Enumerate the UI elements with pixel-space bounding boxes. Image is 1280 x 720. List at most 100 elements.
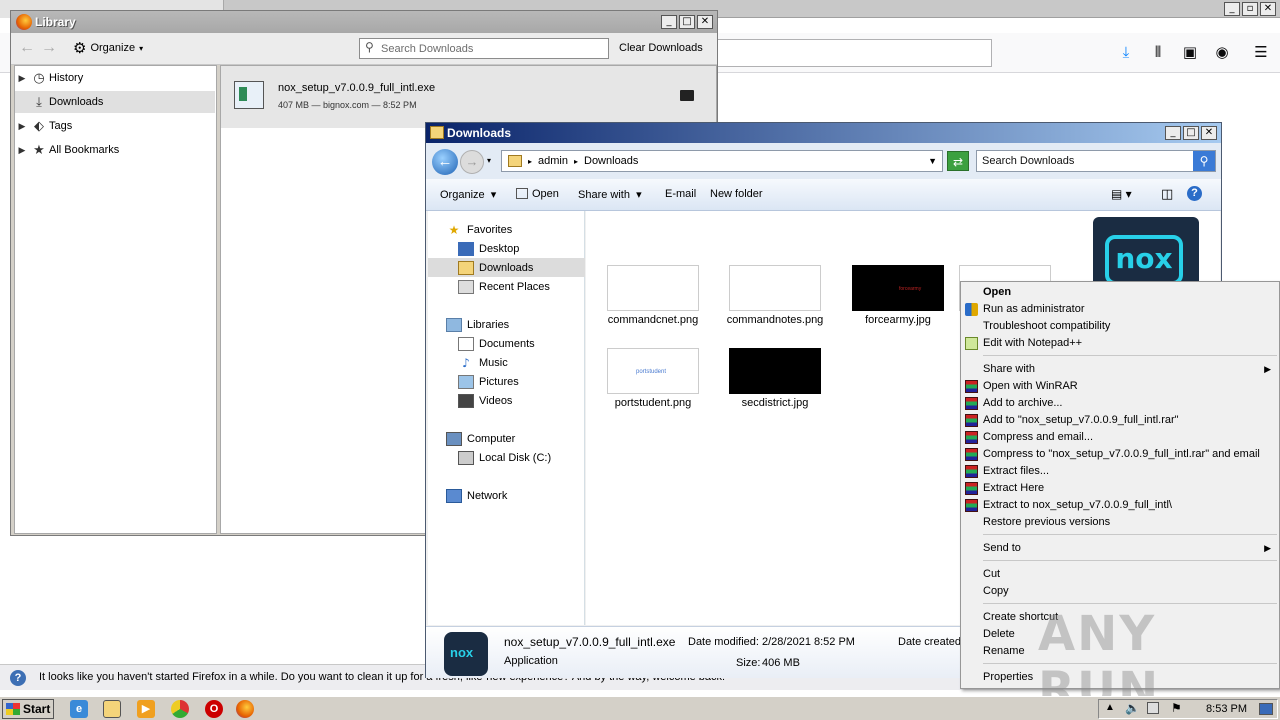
show-hidden-icons-icon[interactable]: ▲: [1105, 702, 1115, 713]
url-bar[interactable]: [710, 39, 992, 67]
menu-item-extract-files[interactable]: Extract files...: [961, 463, 1279, 480]
file-item[interactable]: commandcnet.png: [593, 265, 713, 345]
winrar-icon: [965, 448, 978, 461]
preview-pane-icon[interactable]: ◫: [1161, 186, 1173, 202]
menu-item-open-winrar[interactable]: Open with WinRAR: [961, 378, 1279, 395]
clear-downloads-button[interactable]: Clear Downloads: [619, 42, 703, 54]
menu-item-add-archive[interactable]: Add to archive...: [961, 395, 1279, 412]
menu-item-open[interactable]: Open: [961, 284, 1279, 301]
sidebar-item-all-bookmarks[interactable]: ▶ ★ All Bookmarks: [15, 139, 215, 161]
file-item[interactable]: portstudent portstudent.png: [593, 348, 713, 428]
star-icon: ★: [33, 142, 45, 158]
file-item[interactable]: secdistrict.jpg: [715, 348, 835, 428]
nav-network[interactable]: Network: [446, 486, 603, 505]
maximize-button[interactable]: □: [1183, 126, 1199, 140]
network-status-icon[interactable]: [1147, 702, 1159, 714]
open-folder-icon[interactable]: [680, 90, 694, 101]
clock[interactable]: 8:53 PM: [1206, 703, 1247, 715]
disk-icon: [458, 450, 474, 465]
new-folder-button[interactable]: New folder: [710, 188, 763, 200]
menu-icon[interactable]: ☰: [1251, 43, 1271, 63]
menu-item-copy[interactable]: Copy: [961, 583, 1279, 600]
library-icon[interactable]: ⫴: [1148, 43, 1168, 63]
minimize-button[interactable]: _: [661, 15, 677, 29]
address-dropdown-icon[interactable]: ▼: [928, 156, 937, 166]
search-icon[interactable]: ⚲: [1193, 151, 1215, 171]
menu-item-send-to[interactable]: Send to ▶: [961, 540, 1279, 557]
breadcrumb-admin[interactable]: admin: [538, 155, 568, 167]
address-path[interactable]: ▸ admin ▸ Downloads ▼: [501, 150, 943, 172]
volume-icon[interactable]: 🔈: [1125, 701, 1140, 715]
nav-computer[interactable]: Computer: [446, 429, 603, 448]
tag-icon: ⬖: [34, 118, 44, 134]
menu-item-restore-versions[interactable]: Restore previous versions: [961, 514, 1279, 531]
menu-item-extract-here[interactable]: Extract Here: [961, 480, 1279, 497]
breadcrumb-downloads[interactable]: Downloads: [584, 155, 638, 167]
back-button[interactable]: ←: [432, 149, 458, 175]
maximize-button[interactable]: □: [679, 15, 695, 29]
forward-icon[interactable]: →: [41, 39, 57, 57]
sidebar-icon[interactable]: ▣: [1180, 43, 1200, 63]
sidebar-item-history[interactable]: ▶ ◷ History: [15, 67, 215, 89]
nav-libraries[interactable]: Libraries: [446, 315, 603, 334]
refresh-button[interactable]: ⇄: [947, 151, 969, 171]
menu-item-troubleshoot[interactable]: Troubleshoot compatibility: [961, 318, 1279, 335]
show-desktop-icon[interactable]: [1259, 703, 1273, 715]
minimize-button[interactable]: _: [1224, 2, 1240, 16]
open-button[interactable]: Open: [516, 188, 559, 200]
explorer-search-input[interactable]: Search Downloads ⚲: [976, 150, 1216, 172]
share-with-button[interactable]: Share with ▾: [578, 188, 642, 201]
help-icon[interactable]: ?: [1187, 186, 1202, 201]
media-player-icon[interactable]: ▶: [137, 700, 155, 718]
account-icon[interactable]: ◉: [1212, 43, 1232, 63]
start-button[interactable]: Start: [2, 699, 54, 719]
library-search-input[interactable]: ⚲ Search Downloads: [359, 38, 609, 59]
email-button[interactable]: E-mail: [665, 188, 696, 200]
notepad-icon: [965, 337, 978, 350]
organize-button[interactable]: Organize ▾: [440, 188, 496, 201]
opera-icon[interactable]: O: [205, 700, 223, 718]
download-meta: 407 MB — bignox.com — 8:52 PM: [278, 100, 417, 110]
sidebar-item-tags[interactable]: ▶ ⬖ Tags: [15, 115, 215, 137]
expand-icon[interactable]: ▶: [15, 145, 29, 156]
menu-item-compress-email[interactable]: Compress and email...: [961, 429, 1279, 446]
search-icon: ⚲: [365, 40, 374, 54]
system-tray: ▲ 🔈 ⚑ 8:53 PM: [1098, 699, 1278, 719]
organize-button[interactable]: ⚙ Organize ▾: [73, 39, 143, 57]
menu-item-add-to-rar[interactable]: Add to "nox_setup_v7.0.0.9_full_intl.rar…: [961, 412, 1279, 429]
action-center-icon[interactable]: ⚑: [1171, 701, 1182, 715]
firefox-icon[interactable]: [236, 700, 254, 718]
file-item[interactable]: commandnotes.png: [715, 265, 835, 345]
menu-item-extract-to[interactable]: Extract to nox_setup_v7.0.0.9_full_intl\: [961, 497, 1279, 514]
minimize-button[interactable]: _: [1165, 126, 1181, 140]
close-button[interactable]: ✕: [1260, 2, 1276, 16]
nav-favorites[interactable]: ★ Favorites: [446, 220, 603, 239]
windows-logo-icon: [6, 703, 20, 715]
search-placeholder: Search Downloads: [982, 155, 1075, 167]
restore-button[interactable]: ▫: [1242, 2, 1258, 16]
close-button[interactable]: ✕: [1201, 126, 1217, 140]
chrome-icon[interactable]: [171, 700, 189, 718]
menu-item-run-as-admin[interactable]: Run as administrator: [961, 301, 1279, 318]
download-item[interactable]: nox_setup_v7.0.0.9_full_intl.exe 407 MB …: [221, 66, 716, 128]
ie-icon[interactable]: e: [70, 700, 88, 718]
nav-downloads[interactable]: Downloads: [428, 258, 585, 277]
menu-item-share-with[interactable]: Share with ▶: [961, 361, 1279, 378]
explorer-icon[interactable]: [103, 700, 121, 718]
chevron-right-icon[interactable]: ▸: [528, 157, 532, 166]
close-button[interactable]: ✕: [697, 15, 713, 29]
forward-button[interactable]: →: [460, 150, 484, 174]
download-icon[interactable]: ⤓: [1116, 43, 1136, 63]
expand-icon[interactable]: ▶: [15, 121, 29, 132]
file-item[interactable]: forcearmy forcearmy.jpg: [838, 265, 958, 345]
menu-item-edit-notepad[interactable]: Edit with Notepad++: [961, 335, 1279, 352]
sidebar-item-label: Tags: [49, 120, 73, 132]
expand-icon[interactable]: ▶: [15, 73, 29, 84]
back-icon[interactable]: ←: [19, 39, 35, 57]
sidebar-item-downloads[interactable]: ⤓ Downloads: [15, 91, 215, 113]
menu-item-compress-to-email[interactable]: Compress to "nox_setup_v7.0.0.9_full_int…: [961, 446, 1279, 463]
history-dropdown-icon[interactable]: ▾: [487, 156, 491, 165]
menu-item-cut[interactable]: Cut: [961, 566, 1279, 583]
view-icon[interactable]: ▤ ▾: [1111, 187, 1132, 201]
chevron-right-icon[interactable]: ▸: [574, 157, 578, 166]
